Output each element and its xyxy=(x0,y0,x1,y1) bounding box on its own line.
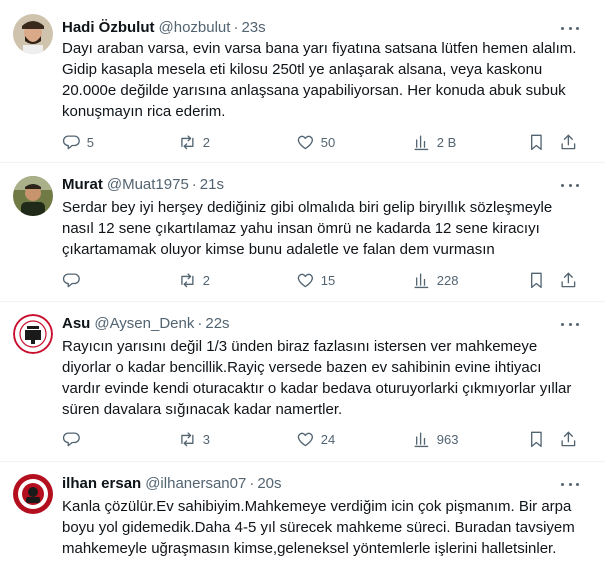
tweet[interactable]: Asu @Aysen_Denk · 22s Rayıcın yarısını deği… xyxy=(0,302,605,462)
user-handle[interactable]: @Aysen_Denk xyxy=(94,315,194,332)
timeline: Hadi Özbulut @hozbulut · 23s Dayı araban va… xyxy=(0,0,605,585)
reply-button[interactable]: 5 xyxy=(62,132,94,152)
tweet-header: Asu @Aysen_Denk · 22s xyxy=(62,314,605,334)
tweet-header: ilhan ersan @ilhanersan07 · 20s xyxy=(62,474,605,494)
tweet-text: Kanla çözülür.Ev sahibiyim.Mahkemeye ver… xyxy=(62,498,575,557)
analytics-bars-icon xyxy=(414,432,429,447)
share-button[interactable] xyxy=(559,429,578,449)
view-count: 963 xyxy=(436,431,459,447)
avatar[interactable] xyxy=(13,14,53,54)
analytics-bars-icon xyxy=(414,135,429,150)
tweet-text: Serdar bey iyi herşey dediğiniz gibi olm… xyxy=(62,199,553,258)
separator: · xyxy=(197,315,203,332)
heart-icon xyxy=(297,273,314,287)
reply-bubble-icon xyxy=(62,432,80,446)
like-button[interactable]: 50 xyxy=(296,132,335,152)
tweet-header: Hadi Özbulut @hozbulut · 23s xyxy=(62,18,605,38)
retweet-count: 2 xyxy=(202,134,210,150)
separator: · xyxy=(233,19,239,36)
heart-icon xyxy=(297,432,314,446)
heart-icon xyxy=(297,135,314,149)
views-button[interactable]: 963 xyxy=(412,429,458,449)
separator: · xyxy=(191,176,197,193)
reply-bubble-icon xyxy=(62,273,80,287)
timestamp[interactable]: 21s xyxy=(200,176,224,193)
tweet[interactable]: Hadi Özbulut @hozbulut · 23s Dayı araban va… xyxy=(0,0,605,163)
views-button[interactable]: 228 xyxy=(412,270,458,290)
bookmark-button[interactable] xyxy=(527,270,546,290)
reply-bubble-icon xyxy=(62,135,80,149)
timestamp[interactable]: 23s xyxy=(241,19,265,36)
like-button[interactable]: 24 xyxy=(296,429,335,449)
retweet-count: 3 xyxy=(202,431,210,447)
avatar[interactable] xyxy=(13,474,53,514)
bookmark-icon xyxy=(531,272,542,288)
retweet-button[interactable]: 3 xyxy=(178,429,210,449)
view-count: 2 B xyxy=(436,134,457,150)
tweet-text: Dayı araban varsa, evin varsa bana yarı … xyxy=(62,40,577,120)
avatar[interactable] xyxy=(13,176,53,216)
retweet-icon xyxy=(181,432,194,446)
more-horizontal-icon[interactable] xyxy=(561,175,579,195)
like-count: 50 xyxy=(320,134,336,150)
bookmark-icon xyxy=(531,134,542,150)
tweet[interactable]: ilhan ersan @ilhanersan07 · 20s Kanla çözül… xyxy=(0,462,605,585)
share-upload-icon xyxy=(561,431,576,446)
retweet-icon xyxy=(181,135,194,149)
action-bar: 5 2 50 2 B xyxy=(62,132,582,152)
tweet[interactable]: Murat @Muat1975 · 21s Serdar bey iyi herşey… xyxy=(0,163,605,302)
views-button[interactable]: 2 B xyxy=(412,132,456,152)
avatar[interactable] xyxy=(13,314,53,354)
bookmark-icon xyxy=(531,431,542,447)
share-button[interactable] xyxy=(559,132,578,152)
more-horizontal-icon[interactable] xyxy=(561,18,579,38)
like-count: 24 xyxy=(320,431,336,447)
action-bar: 2 15 228 xyxy=(62,270,582,290)
more-horizontal-icon[interactable] xyxy=(561,314,579,334)
reply-button[interactable] xyxy=(62,429,81,449)
user-handle[interactable]: @ilhanersan07 xyxy=(145,475,246,492)
display-name[interactable]: ilhan ersan xyxy=(62,475,141,492)
retweet-button[interactable]: 2 xyxy=(178,270,210,290)
timestamp[interactable]: 22s xyxy=(205,315,229,332)
retweet-button[interactable]: 2 xyxy=(178,132,210,152)
like-button[interactable]: 15 xyxy=(296,270,335,290)
more-horizontal-icon[interactable] xyxy=(561,474,579,494)
display-name[interactable]: Hadi Özbulut xyxy=(62,19,155,36)
share-upload-icon xyxy=(561,134,576,149)
separator: · xyxy=(249,475,255,492)
analytics-bars-icon xyxy=(414,273,429,288)
reply-count: 5 xyxy=(86,134,94,150)
like-count: 15 xyxy=(320,272,336,288)
display-name[interactable]: Asu xyxy=(62,315,90,332)
user-handle[interactable]: @Muat1975 xyxy=(107,176,189,193)
retweet-icon xyxy=(181,273,194,287)
share-upload-icon xyxy=(561,272,576,287)
tweet-header: Murat @Muat1975 · 21s xyxy=(62,175,605,195)
retweet-count: 2 xyxy=(202,272,210,288)
timestamp[interactable]: 20s xyxy=(257,475,281,492)
action-bar: 3 24 963 xyxy=(62,429,582,449)
reply-button[interactable] xyxy=(62,270,81,290)
bookmark-button[interactable] xyxy=(527,132,546,152)
view-count: 228 xyxy=(436,272,459,288)
user-handle[interactable]: @hozbulut xyxy=(159,19,231,36)
tweet-text: Rayıcın yarısını değil 1/3 ünden biraz f… xyxy=(62,338,572,418)
share-button[interactable] xyxy=(559,270,578,290)
bookmark-button[interactable] xyxy=(527,429,546,449)
display-name[interactable]: Murat xyxy=(62,176,103,193)
